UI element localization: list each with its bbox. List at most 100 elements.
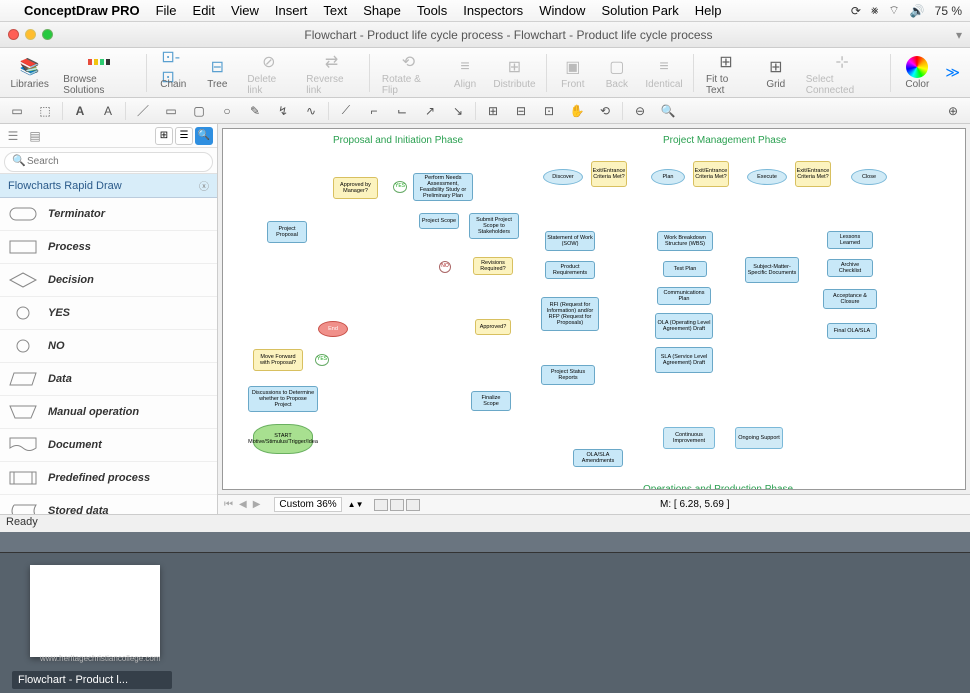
grid-button[interactable]: ⊞Grid — [756, 55, 796, 90]
menu-insert[interactable]: Insert — [275, 3, 308, 18]
panel-add-icon[interactable]: ▤ — [26, 129, 44, 143]
category-header[interactable]: Flowcharts Rapid Draw ⓧ — [0, 174, 217, 198]
oval-tool[interactable]: ○ — [216, 101, 238, 121]
delete-link-button[interactable]: ⊘Delete link — [241, 50, 296, 96]
node-finalola[interactable]: Final OLA/SLA — [827, 323, 877, 339]
drawing-canvas[interactable]: Proposal and Initiation Phase Project Ma… — [222, 128, 966, 490]
hand-tool[interactable]: ✋ — [566, 101, 588, 121]
node-approved[interactable]: Approved? — [475, 319, 511, 335]
select-tool[interactable]: ⬚ — [34, 101, 56, 121]
view-list-button[interactable]: ☰ — [175, 127, 193, 145]
roundrect-tool[interactable]: ▢ — [188, 101, 210, 121]
maximize-window-button[interactable] — [42, 29, 53, 40]
node-discuss[interactable]: Discussions to Determine whether to Prop… — [248, 386, 318, 412]
zoom-level[interactable]: Custom 36% — [274, 497, 341, 512]
connector-tool[interactable]: ↯ — [272, 101, 294, 121]
category-close-icon[interactable]: ⓧ — [199, 178, 209, 193]
node-olasla-amend[interactable]: OLA/SLA Amendments — [573, 449, 623, 467]
zoom-stepper-icon[interactable]: ▲▼ — [348, 500, 364, 509]
node-wbs[interactable]: Work Breakdown Structure (WBS) — [657, 231, 713, 251]
shape-document[interactable]: Document — [0, 429, 217, 462]
node-scope[interactable]: Project Scope — [419, 213, 459, 229]
node-close[interactable]: Close — [851, 169, 887, 185]
node-testplan[interactable]: Test Plan — [663, 261, 707, 277]
panel-menu-icon[interactable]: ☰ — [4, 129, 22, 143]
menu-file[interactable]: File — [156, 3, 177, 18]
node-commplan[interactable]: Communications Plan — [657, 287, 711, 305]
menu-solution-park[interactable]: Solution Park — [601, 3, 678, 18]
node-end[interactable]: End — [318, 321, 348, 337]
node-needs[interactable]: Perform Needs Assessment, Feasibility St… — [413, 173, 473, 201]
shape-yes[interactable]: YES — [0, 297, 217, 330]
node-prodreq[interactable]: Product Requirements — [545, 261, 595, 279]
search-input[interactable] — [4, 152, 213, 172]
node-plan[interactable]: Plan — [651, 169, 685, 185]
page-nav-first[interactable]: ⏮ — [224, 499, 233, 510]
node-exit3[interactable]: Exit/Entrance Criteria Met? — [795, 161, 831, 187]
node-continuous[interactable]: Continuous Improvement — [663, 427, 715, 449]
menu-view[interactable]: View — [231, 3, 259, 18]
node-finalize[interactable]: Finalize Scope — [471, 391, 511, 411]
bluetooth-icon[interactable]: ⨳ — [871, 3, 878, 18]
distribute-button[interactable]: ⊞Distribute — [489, 55, 540, 90]
menu-shape[interactable]: Shape — [363, 3, 401, 18]
node-revisions[interactable]: Revisions Required? — [473, 257, 513, 275]
node-pstatus[interactable]: Project Status Reports — [541, 365, 595, 385]
pointer-tool[interactable]: ▭ — [6, 101, 28, 121]
node-rfi[interactable]: RFI (Request for Information) and/or RFP… — [541, 297, 599, 331]
node-sow[interactable]: Statement of Work (SOW) — [545, 231, 595, 251]
menu-tools[interactable]: Tools — [417, 3, 447, 18]
chain-button[interactable]: ⊡-⊡Chain — [153, 55, 193, 90]
zoom-out-tool[interactable]: ⊖ — [629, 101, 651, 121]
conn-tool[interactable]: ⟋ — [335, 101, 357, 121]
front-button[interactable]: ▣Front — [553, 55, 593, 90]
zoom-tool[interactable]: 🔍 — [657, 101, 679, 121]
shape-decision[interactable]: Decision — [0, 264, 217, 297]
page-thumb[interactable] — [406, 499, 420, 511]
more-tools-button[interactable]: ≫ — [941, 64, 964, 81]
shape-data[interactable]: Data — [0, 363, 217, 396]
menu-window[interactable]: Window — [539, 3, 585, 18]
conn-tool4[interactable]: ↗ — [419, 101, 441, 121]
shape-no[interactable]: NO — [0, 330, 217, 363]
reverse-link-button[interactable]: ⇄Reverse link — [300, 50, 363, 96]
shape-manual-op[interactable]: Manual operation — [0, 396, 217, 429]
node-submitscope[interactable]: Submit Project Scope to Stakeholders — [469, 213, 519, 239]
group-tool[interactable]: ⊞ — [482, 101, 504, 121]
page-nav-prev[interactable]: ◀ — [239, 499, 247, 510]
text-tool2[interactable]: A — [97, 101, 119, 121]
node-subjdocs[interactable]: Subject-Matter-Specific Documents — [745, 257, 799, 283]
node-exit2[interactable]: Exit/Entrance Criteria Met? — [693, 161, 729, 187]
shape-predefined[interactable]: Predefined process — [0, 462, 217, 495]
rotate-flip-button[interactable]: ⟲Rotate & Flip — [376, 50, 441, 96]
node-lessons[interactable]: Lessons Learned — [827, 231, 873, 249]
node-approved-mgr[interactable]: Approved by Manager? — [333, 177, 378, 199]
identical-button[interactable]: ≡Identical — [641, 55, 687, 90]
app-name[interactable]: ConceptDraw PRO — [24, 3, 140, 18]
rotate-tool[interactable]: ⟲ — [594, 101, 616, 121]
color-button[interactable]: Color — [897, 55, 937, 90]
shape-stored-data[interactable]: Stored data — [0, 495, 217, 514]
line-tool[interactable]: ／ — [132, 101, 154, 121]
shape-terminator[interactable]: Terminator — [0, 198, 217, 231]
text-tool[interactable]: A — [69, 101, 91, 121]
page-thumbnail[interactable] — [30, 565, 160, 657]
wifi-icon[interactable]: ⌔ — [888, 3, 899, 18]
node-ongoing[interactable]: Ongoing Support — [735, 427, 783, 449]
search-toggle-button[interactable]: 🔍 — [195, 127, 213, 145]
menu-edit[interactable]: Edit — [193, 3, 215, 18]
tree-button[interactable]: ⊟Tree — [197, 55, 237, 90]
page-nav-next[interactable]: ▶ — [253, 499, 261, 510]
zoom-in-tool[interactable]: ⊕ — [942, 101, 964, 121]
close-window-button[interactable] — [8, 29, 19, 40]
page-thumb[interactable] — [390, 499, 404, 511]
bezier-tool[interactable]: ∿ — [300, 101, 322, 121]
conn-tool3[interactable]: ⌙ — [391, 101, 413, 121]
node-ola[interactable]: OLA (Operating Level Agreement) Draft — [655, 313, 713, 339]
shape-process[interactable]: Process — [0, 231, 217, 264]
lock-tool[interactable]: ⊡ — [538, 101, 560, 121]
node-acceptance[interactable]: Acceptance & Closure — [823, 289, 877, 309]
browse-solutions-button[interactable]: Browse Solutions — [57, 50, 140, 96]
back-button[interactable]: ▢Back — [597, 55, 637, 90]
rect-tool[interactable]: ▭ — [160, 101, 182, 121]
